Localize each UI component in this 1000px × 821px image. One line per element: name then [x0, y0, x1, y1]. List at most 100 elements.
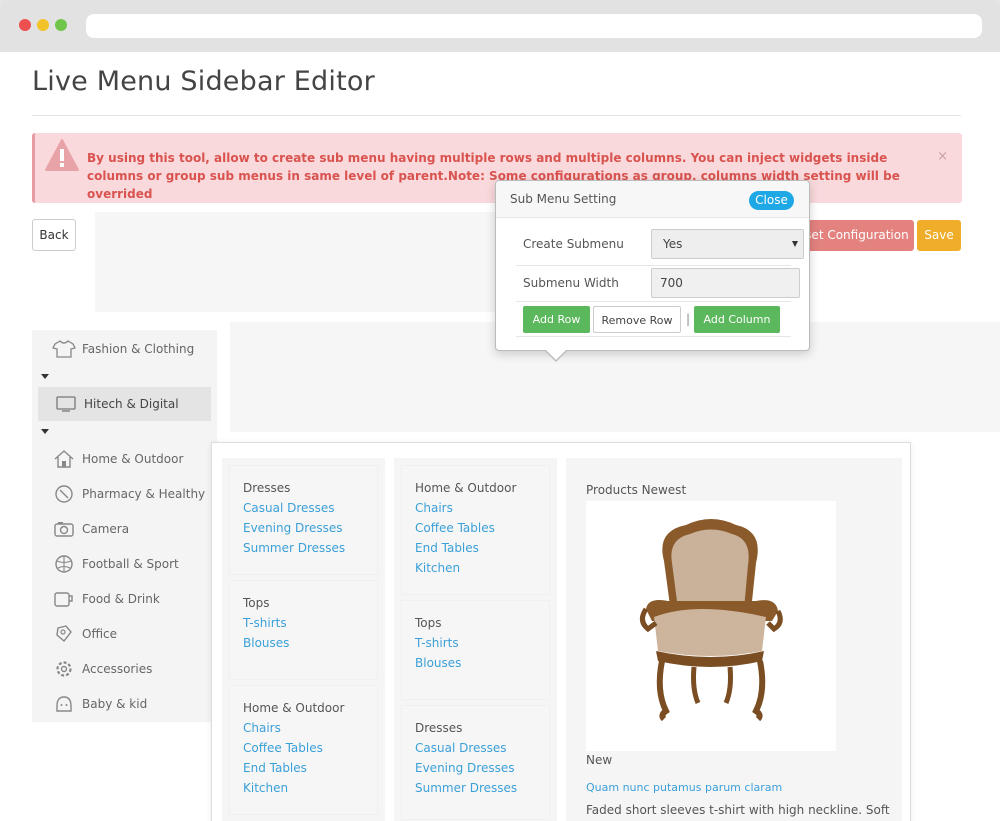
submenu-link[interactable]: Chairs	[415, 498, 536, 518]
submenu-link[interactable]: Kitchen	[415, 558, 536, 578]
sidebar-item-label: Accessories	[82, 662, 153, 676]
back-button[interactable]: Back	[32, 219, 76, 251]
dropdown-arrow-icon	[792, 241, 798, 247]
popup-title: Sub Menu Setting	[510, 192, 617, 206]
submenu-group: Tops T-shirts Blouses	[229, 580, 378, 680]
group-heading: Dresses	[415, 721, 463, 735]
page-title: Live Menu Sidebar Editor	[32, 66, 375, 97]
submenu-group: Dresses Casual Dresses Evening Dresses S…	[401, 705, 550, 820]
sidebar-item-label: Food & Drink	[82, 592, 160, 606]
submenu-link[interactable]: Casual Dresses	[415, 738, 536, 758]
sidebar-item-label: Football & Sport	[82, 557, 179, 571]
browser-chrome	[0, 0, 1000, 52]
sidebar-item-label: Baby & kid	[82, 697, 148, 711]
submenu-panel: Dresses Casual Dresses Evening Dresses S…	[211, 442, 911, 821]
sidebar-item-camera[interactable]: Camera	[52, 514, 129, 544]
submenu-group: Home & Outdoor Chairs Coffee Tables End …	[401, 465, 550, 595]
create-submenu-row: Create Submenu Yes	[516, 229, 804, 266]
popup-button-row-divider	[516, 336, 791, 337]
sidebar-item-food-drink[interactable]: Food & Drink	[52, 584, 160, 614]
sidebar-item-football-sport[interactable]: Football & Sport	[52, 549, 179, 579]
submenu-link[interactable]: End Tables	[243, 758, 364, 778]
close-button[interactable]: Close	[749, 191, 794, 210]
submenu-link[interactable]: Kitchen	[243, 778, 364, 798]
sidebar-item-label: Home & Outdoor	[82, 452, 184, 466]
title-divider	[32, 115, 961, 116]
add-row-button[interactable]: Add Row	[523, 306, 590, 333]
camera-icon	[52, 519, 76, 539]
sidebar-menu: Fashion & Clothing Hitech & Digital Home…	[32, 330, 217, 722]
faint-background-strip	[95, 212, 495, 312]
create-submenu-label: Create Submenu	[523, 237, 624, 251]
sidebar-item-home-outdoor[interactable]: Home & Outdoor	[52, 444, 183, 474]
submenu-link[interactable]: Summer Dresses	[415, 778, 536, 798]
sidebar-item-fashion-clothing[interactable]: Fashion & Clothing	[52, 334, 194, 364]
submenu-link[interactable]: Chairs	[243, 718, 364, 738]
submenu-link[interactable]: Casual Dresses	[243, 498, 364, 518]
submenu-width-input[interactable]: 700	[651, 268, 800, 298]
gear-icon	[52, 659, 76, 679]
warning-icon	[45, 139, 79, 171]
submenu-link[interactable]: Coffee Tables	[415, 518, 536, 538]
window-minimize-dot[interactable]	[37, 19, 49, 31]
caret-down-icon[interactable]	[41, 429, 49, 434]
submenu-column-2: Home & Outdoor Chairs Coffee Tables End …	[394, 458, 557, 821]
submenu-group: Home & Outdoor Chairs Coffee Tables End …	[229, 685, 378, 815]
ball-icon	[52, 554, 76, 574]
page: Live Menu Sidebar Editor By using this t…	[0, 52, 1000, 821]
submenu-width-label: Submenu Width	[523, 276, 619, 290]
submenu-link[interactable]: Evening Dresses	[415, 758, 536, 778]
submenu-link[interactable]: Evening Dresses	[243, 518, 364, 538]
submenu-group: Dresses Casual Dresses Evening Dresses S…	[229, 465, 378, 575]
product-name-link[interactable]: Quam nunc putamus parum claram	[586, 781, 782, 794]
sidebar-item-baby-kid[interactable]: Baby & kid	[52, 689, 147, 719]
product-image[interactable]	[586, 501, 836, 751]
submenu-link[interactable]: T-shirts	[415, 633, 536, 653]
pharmacy-icon	[52, 484, 76, 504]
sidebar-item-pharmacy-healthy[interactable]: Pharmacy & Healthy	[52, 479, 205, 509]
window-maximize-dot[interactable]	[55, 19, 67, 31]
shirt-icon	[52, 339, 76, 359]
window-close-dot[interactable]	[19, 19, 31, 31]
office-icon	[52, 624, 76, 644]
alert-close-icon[interactable]: ×	[937, 149, 948, 164]
submenu-link[interactable]: Summer Dresses	[243, 538, 364, 558]
submenu-link[interactable]: Blouses	[243, 633, 364, 653]
submenu-group: Tops T-shirts Blouses	[401, 600, 550, 700]
baby-icon	[52, 694, 76, 714]
save-button[interactable]: Save	[917, 220, 961, 251]
remove-row-button[interactable]: Remove Row	[593, 306, 681, 333]
sidebar-item-hitech-digital[interactable]: Hitech & Digital	[38, 387, 211, 421]
sidebar-item-label: Office	[82, 627, 118, 641]
address-bar[interactable]	[86, 14, 982, 38]
add-column-button[interactable]: Add Column	[694, 306, 780, 333]
submenu-link[interactable]: Blouses	[415, 653, 536, 673]
create-submenu-select[interactable]: Yes	[651, 229, 804, 259]
caret-down-icon[interactable]	[41, 374, 49, 379]
submenu-link[interactable]: End Tables	[415, 538, 536, 558]
create-submenu-value: Yes	[663, 237, 683, 251]
sidebar-item-office[interactable]: Office	[52, 619, 117, 649]
products-heading: Products Newest	[586, 483, 687, 497]
group-heading: Home & Outdoor	[415, 481, 517, 495]
submenu-link[interactable]: T-shirts	[243, 613, 364, 633]
submenu-column-1: Dresses Casual Dresses Evening Dresses S…	[222, 458, 385, 821]
product-badge-new: New	[586, 753, 613, 767]
submenu-setting-popup: Sub Menu Setting Close Create Submenu Ye…	[495, 180, 810, 362]
monitor-icon	[54, 394, 78, 414]
submenu-link[interactable]: Coffee Tables	[243, 738, 364, 758]
house-icon	[52, 449, 76, 469]
group-heading: Tops	[243, 596, 270, 610]
sidebar-item-label: Fashion & Clothing	[82, 342, 195, 356]
submenu-width-row: Submenu Width 700	[516, 267, 800, 302]
cup-icon	[52, 589, 76, 609]
sidebar-item-label: Hitech & Digital	[84, 397, 179, 411]
group-heading: Tops	[415, 616, 442, 630]
sidebar-item-label: Camera	[82, 522, 130, 536]
button-separator: |	[686, 312, 691, 326]
group-heading: Dresses	[243, 481, 291, 495]
sidebar-item-label: Pharmacy & Healthy	[82, 487, 206, 501]
sidebar-item-accessories[interactable]: Accessories	[52, 654, 152, 684]
product-description: Faded short sleeves t-shirt with high ne…	[586, 803, 890, 817]
group-heading: Home & Outdoor	[243, 701, 345, 715]
